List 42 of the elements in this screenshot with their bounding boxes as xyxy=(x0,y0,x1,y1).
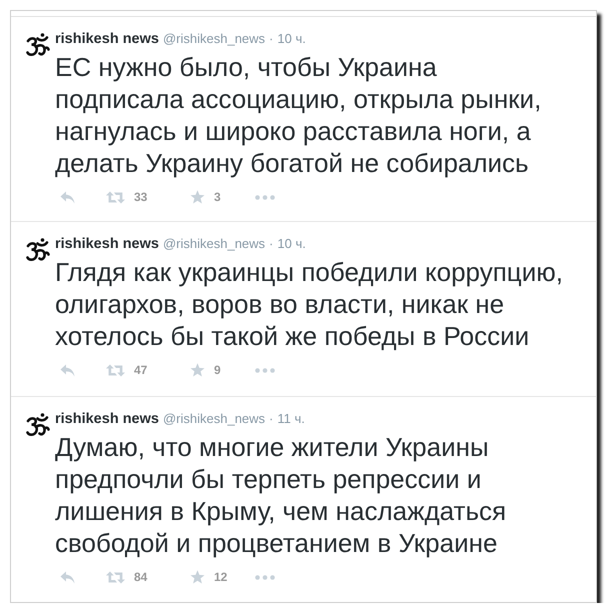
more-button[interactable] xyxy=(255,368,275,372)
author-name[interactable]: rishikesh news xyxy=(55,411,159,427)
meta-separator: · xyxy=(269,236,274,251)
favorite-button[interactable]: 3 xyxy=(190,190,221,204)
more-icon xyxy=(255,194,275,200)
reply-icon xyxy=(60,570,75,584)
retweet-button[interactable]: 33 xyxy=(106,190,148,204)
favorite-button[interactable]: 12 xyxy=(190,570,228,584)
star-icon xyxy=(190,570,205,584)
more-button[interactable] xyxy=(255,574,275,580)
retweet-button[interactable]: 47 xyxy=(106,363,148,377)
star-icon xyxy=(190,363,205,377)
author-handle[interactable]: @rishikesh_news xyxy=(162,411,266,426)
retweet-icon xyxy=(106,570,125,584)
tweet-time[interactable]: 10 ч. xyxy=(277,31,306,46)
retweet-icon xyxy=(106,190,125,204)
favorite-button[interactable]: 9 xyxy=(190,363,221,377)
retweet-icon xyxy=(106,364,125,376)
reply-button[interactable] xyxy=(60,190,75,204)
om-symbol-icon xyxy=(25,32,51,58)
reply-button[interactable] xyxy=(60,570,75,584)
reply-icon xyxy=(60,364,75,376)
meta-separator: · xyxy=(269,411,274,426)
tweet-text: Глядя как украинцы победили коррупцию, олигархов, воров во власти, никак не хотелось бы такой же победы в России xyxy=(55,256,564,352)
meta-separator: · xyxy=(269,31,274,46)
more-icon xyxy=(255,574,275,580)
more-button[interactable] xyxy=(255,194,275,200)
tweet-time[interactable]: 11 ч. xyxy=(277,411,305,426)
author-name[interactable]: rishikesh news xyxy=(55,236,159,252)
author-name[interactable]: rishikesh news xyxy=(55,31,159,47)
om-symbol-icon xyxy=(25,237,51,263)
star-icon xyxy=(190,190,205,204)
author-handle[interactable]: @rishikesh_news xyxy=(162,236,266,251)
tweet-time[interactable]: 10 ч. xyxy=(277,236,306,251)
tweet-text: ЕС нужно было, чтобы Украина подписала ассоциацию, открыла рынки, нагнулась и широко расставила ноги, а делать Украину богатой не собирались xyxy=(55,51,542,179)
om-symbol-icon xyxy=(25,412,51,438)
tweet-text: Думаю, что многие жители Украины предпочли бы терпеть репрессии и лишения в Крыму, чем наслаждаться свободой и процветанием в Украине xyxy=(55,431,508,559)
reply-button[interactable] xyxy=(60,364,75,376)
retweet-button[interactable]: 84 xyxy=(106,570,148,584)
more-icon xyxy=(255,368,275,372)
reply-icon xyxy=(60,190,75,204)
author-handle[interactable]: @rishikesh_news xyxy=(162,31,266,46)
